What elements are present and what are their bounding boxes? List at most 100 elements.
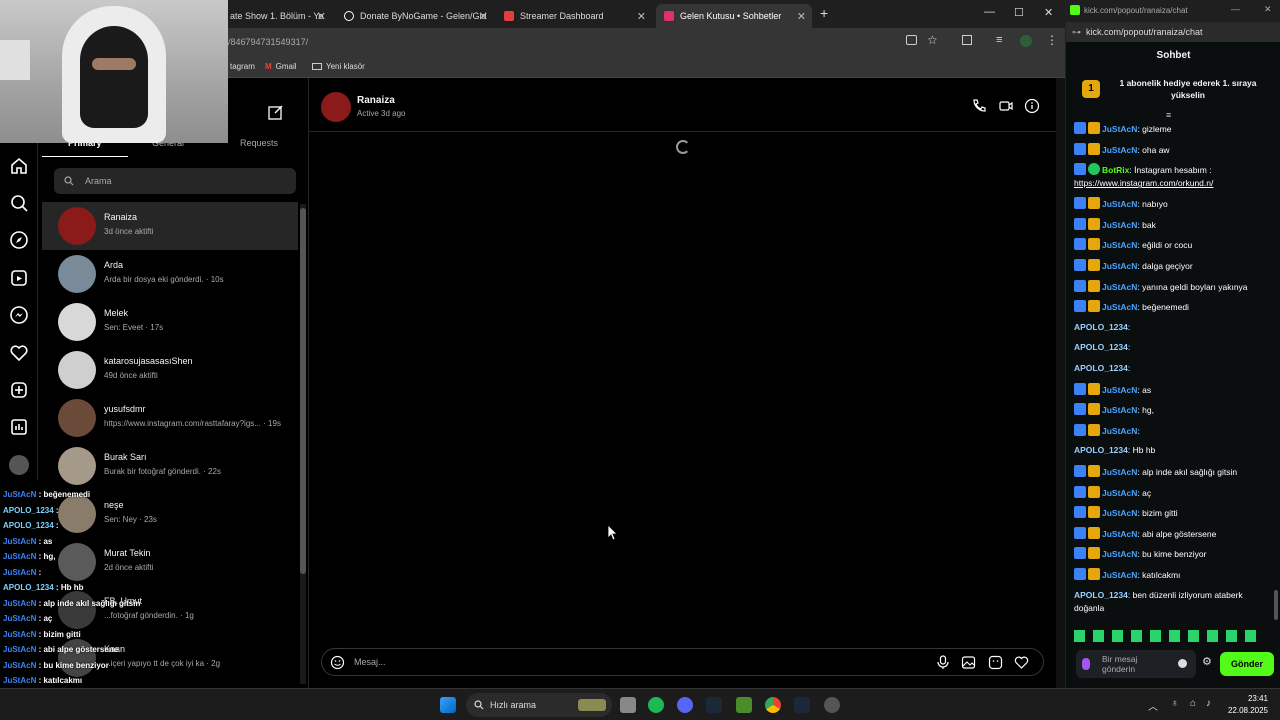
heart-icon[interactable] [1014, 655, 1029, 670]
info-icon[interactable] [1024, 98, 1040, 114]
network-icon[interactable]: ⌂ [1190, 698, 1196, 709]
filter-icon[interactable]: ≡ [1166, 110, 1171, 120]
compose-icon[interactable] [268, 104, 284, 120]
close-icon[interactable]: ✕ [797, 10, 806, 23]
url-text[interactable]: /846794731549317/ [228, 37, 308, 47]
bookmark-item[interactable]: Yeni klasör [312, 62, 365, 71]
sticker-icon[interactable] [988, 655, 1003, 670]
kick-chat-user[interactable]: JuStAcN [1102, 467, 1137, 477]
maximize-icon[interactable]: ☐ [1014, 6, 1024, 19]
kick-chat-user[interactable]: JuStAcN [1102, 220, 1137, 230]
dashboard-icon[interactable] [9, 417, 29, 437]
explore-icon[interactable] [9, 230, 29, 250]
clock-date[interactable]: 22.08.2025 [1224, 706, 1268, 715]
profile-avatar[interactable] [9, 455, 29, 475]
menu-dots-icon[interactable]: ⋮ [1046, 33, 1058, 47]
emoji-icon[interactable] [330, 655, 345, 670]
kick-chat-user[interactable]: JuStAcN [1102, 426, 1137, 436]
kick-chat-user[interactable]: JuStAcN [1102, 385, 1137, 395]
heart-icon[interactable] [9, 343, 29, 363]
microphone-icon[interactable] [936, 655, 950, 670]
kick-url[interactable]: kick.com/popout/ranaiza/chat [1086, 27, 1203, 37]
conversation-row[interactable]: katarosujasasasıShen 49d önce aktifti [42, 346, 298, 394]
reels-icon[interactable] [9, 268, 29, 288]
browser-tab[interactable]: ate Show 1. Bölüm - Yo ✕ [222, 4, 332, 28]
minecraft-icon[interactable] [736, 697, 752, 713]
create-icon[interactable] [9, 380, 29, 400]
new-tab-icon[interactable]: + [820, 5, 828, 21]
browser-tab-active[interactable]: Gelen Kutusu • Sohbetler ✕ [656, 4, 812, 28]
kick-chat-user[interactable]: APOLO_1234 [1074, 363, 1128, 373]
close-icon[interactable]: ✕ [479, 10, 488, 23]
install-icon[interactable] [906, 35, 917, 45]
bookmark-item[interactable]: tagram [230, 62, 255, 71]
kick-chat-user[interactable]: JuStAcN [1102, 199, 1137, 209]
search-input[interactable]: Arama [54, 168, 296, 194]
volume-icon[interactable]: ♪ [1206, 698, 1211, 709]
microphone-icon[interactable]: ♁ [1171, 698, 1179, 709]
minimize-icon[interactable]: — [1231, 4, 1240, 14]
kick-chat-user[interactable]: JuStAcN [1102, 302, 1137, 312]
kick-chat-user[interactable]: JuStAcN [1102, 405, 1137, 415]
kick-scrollbar-thumb[interactable] [1274, 590, 1278, 620]
chat-avatar[interactable] [321, 92, 351, 122]
kick-chat-user[interactable]: JuStAcN [1102, 549, 1137, 559]
conversation-row[interactable]: FB. Umut ...fotoğraf gönderdin. · 1g [42, 586, 298, 634]
conversation-row[interactable]: Ranaiza 3d önce aktifti [42, 202, 298, 250]
media-icon[interactable]: ≡ [996, 34, 1002, 46]
chrome-icon[interactable] [765, 697, 781, 713]
kick-chat-user[interactable]: JuStAcN [1102, 282, 1137, 292]
messenger-icon[interactable] [9, 305, 29, 325]
message-input[interactable]: Mesaj... [321, 648, 1044, 676]
kick-chat-user[interactable]: APOLO_1234 [1074, 342, 1128, 352]
bookmark-item[interactable]: M Gmail [265, 62, 297, 71]
emoji-icon[interactable] [1178, 659, 1187, 668]
home-icon[interactable] [9, 156, 29, 176]
browser-tab[interactable]: Streamer Dashboard ✕ [496, 4, 652, 28]
image-icon[interactable] [961, 655, 976, 670]
close-window-icon[interactable]: ✕ [1264, 4, 1272, 15]
discord-icon[interactable] [677, 697, 693, 713]
conversation-row[interactable]: Murat Tekin 2d önce aktifti [42, 538, 298, 586]
emote-icons[interactable] [1074, 630, 1264, 642]
task-view-icon[interactable] [620, 697, 636, 713]
kick-chat-user[interactable]: JuStAcN [1102, 124, 1137, 134]
kick-chat-user[interactable]: JuStAcN [1102, 529, 1137, 539]
extensions-icon[interactable] [962, 35, 972, 45]
kick-chat-user[interactable]: JuStAcN [1102, 145, 1137, 155]
close-icon[interactable]: ✕ [637, 10, 646, 23]
search-icon[interactable] [9, 193, 29, 213]
kick-chat-user[interactable]: APOLO_1234 [1074, 322, 1128, 332]
browser-tab[interactable]: Donate ByNoGame - Gelen/Gid ✕ [336, 4, 494, 28]
kick-message-input[interactable]: Bir mesaj gönderin [1076, 650, 1196, 678]
conversation-row[interactable]: Arda Arda bir dosya eki gönderdi. · 10s [42, 250, 298, 298]
scrollbar-thumb[interactable] [300, 208, 306, 574]
conversation-row[interactable]: Melek Sen: Eveet · 17s [42, 298, 298, 346]
kick-chat-link[interactable]: https://www.instagram.com/orkund.n/ [1074, 178, 1213, 188]
chat-title[interactable]: Ranaiza [357, 95, 395, 106]
send-button[interactable]: Gönder [1220, 652, 1274, 676]
kick-chat-user[interactable]: APOLO_1234 [1074, 590, 1128, 600]
clock-time[interactable]: 23:41 [1224, 694, 1268, 703]
close-icon[interactable]: ✕ [317, 10, 326, 23]
windows-start-icon[interactable] [440, 697, 456, 713]
app-icon[interactable] [824, 697, 840, 713]
conversation-row[interactable]: yusufsdmr https://www.instagram.com/rastt… [42, 394, 298, 442]
kick-chat-user[interactable]: APOLO_1234 [1074, 445, 1128, 455]
tab-requests[interactable]: Requests [240, 138, 278, 148]
star-icon[interactable]: ☆ [927, 33, 938, 47]
video-call-icon[interactable] [998, 98, 1014, 114]
avatar[interactable] [1020, 35, 1032, 47]
steam-icon[interactable] [794, 697, 810, 713]
mic-icon[interactable] [1082, 658, 1090, 670]
kick-chat-user[interactable]: BotRix [1102, 165, 1129, 175]
scrollbar-track[interactable] [300, 204, 306, 684]
settings-gear-icon[interactable]: ⚙ [1202, 655, 1212, 668]
kick-chat-user[interactable]: JuStAcN [1102, 261, 1137, 271]
spotify-icon[interactable] [648, 697, 664, 713]
conversation-row[interactable]: Kaan ...içeri yapıyo tt de çok iyi ka · 2… [42, 634, 298, 682]
chevron-up-icon[interactable]: ︿ [1148, 698, 1158, 713]
taskbar-search[interactable]: Hızlı arama [466, 693, 612, 717]
kick-chat-user[interactable]: JuStAcN [1102, 488, 1137, 498]
kick-chat-user[interactable]: JuStAcN [1102, 508, 1137, 518]
